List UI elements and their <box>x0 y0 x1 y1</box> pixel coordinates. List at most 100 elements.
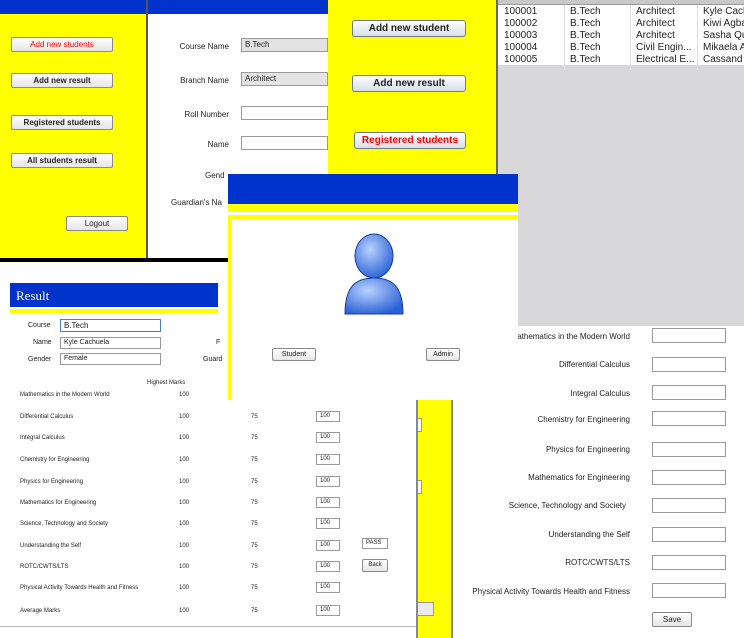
add-new-students-button[interactable]: Add new students <box>11 37 113 52</box>
marks-input[interactable] <box>652 357 726 372</box>
cell-branch: Architect <box>636 29 675 41</box>
cell-name: Kyle Cach <box>703 5 744 17</box>
add-new-student-button[interactable]: Add new student <box>352 20 466 37</box>
result-subject-name: Mathematics for Engineering <box>20 500 97 506</box>
side-menu-window: Add new student Add new result Registere… <box>328 0 496 180</box>
result-max-mark: 100 <box>179 414 190 420</box>
result-max-mark: 100 <box>179 479 190 485</box>
table-row[interactable]: 100003 B.Tech Architect Sasha Qu <box>498 29 744 41</box>
branch-name-field[interactable]: Architect <box>241 72 328 86</box>
result-subject-name: Integral Calculus <box>20 435 65 441</box>
cell-roll: 100002 <box>504 17 538 29</box>
course-name-field[interactable]: B.Tech <box>241 38 328 52</box>
cell-roll: 100004 <box>504 41 538 53</box>
result-marks-field[interactable]: 100 <box>316 454 340 465</box>
subject-label: Mathematics for Engineering <box>528 473 630 482</box>
marks-input[interactable] <box>652 385 726 400</box>
result-marks-field[interactable]: 100 <box>316 476 340 487</box>
cell-course: B.Tech <box>570 29 601 41</box>
cell-course: B.Tech <box>570 41 601 53</box>
cell-roll: 100005 <box>504 53 538 65</box>
average-marks-field[interactable]: 100 <box>316 605 340 616</box>
result-marks-field[interactable]: 100 <box>316 432 340 443</box>
registered-students-button[interactable]: Registered students <box>11 115 113 130</box>
result-yellow-stripe <box>10 309 218 313</box>
result-status-field[interactable]: PASS <box>362 538 388 549</box>
name-label: Name <box>207 140 229 149</box>
result-window: Result Course B.Tech Name Kyle Cachuela … <box>0 258 228 400</box>
save-button[interactable]: Save <box>652 612 692 627</box>
result-marks-field[interactable]: 100 <box>316 582 340 593</box>
result-bottom-border <box>0 626 416 638</box>
course-field[interactable]: B.Tech <box>60 319 161 332</box>
menu-window-titlebar <box>0 0 148 14</box>
subject-label: Integral Calculus <box>570 389 630 398</box>
gender-field-result[interactable]: Female <box>60 353 161 365</box>
marks-input[interactable] <box>652 328 726 343</box>
result-marks-field[interactable]: 100 <box>316 518 340 529</box>
result-pass-mark: 75 <box>251 457 258 463</box>
result-pass-mark: 75 <box>251 564 258 570</box>
roll-number-field[interactable] <box>241 106 328 120</box>
cell-course: B.Tech <box>570 17 601 29</box>
table-row[interactable]: 100001 B.Tech Architect Kyle Cach <box>498 5 744 17</box>
course-label: Course <box>28 322 51 329</box>
result-marks-field[interactable]: 100 <box>316 411 340 422</box>
login-window: Student Admin <box>228 174 518 400</box>
extra-label-guard: Guard <box>203 356 223 363</box>
table-row[interactable]: 100004 B.Tech Civil Engin... Mikaela A <box>498 41 744 53</box>
marks-input[interactable] <box>652 470 726 485</box>
table-grid-line <box>564 5 565 70</box>
back-button[interactable]: Back <box>362 559 388 572</box>
subject-label: Physics for Engineering <box>545 445 630 454</box>
subject-label: Mathematics in the Modern World <box>510 332 630 341</box>
marks-input[interactable] <box>652 411 726 426</box>
result-subject-name: Science, Technology and Society <box>20 521 108 527</box>
result-max-mark: 100 <box>179 564 190 570</box>
name-field[interactable] <box>241 136 328 150</box>
students-table: 100001 B.Tech Architect Kyle Cach 100002 B.T… <box>498 5 744 65</box>
table-row[interactable]: 100005 B.Tech Electrical E... Cassand <box>498 53 744 65</box>
login-left-stripe <box>228 219 231 400</box>
result-subject-name: ROTC/CWTS/LTS <box>20 564 69 570</box>
result-marks-field[interactable]: 100 <box>316 540 340 551</box>
registered-students-button-2[interactable]: Registered students <box>354 132 466 149</box>
student-button[interactable]: Student <box>272 348 316 361</box>
login-yellow-stripe <box>228 204 518 212</box>
cell-branch: Architect <box>636 17 675 29</box>
result-pass-mark: 75 <box>251 435 258 441</box>
marks-input[interactable] <box>652 583 726 598</box>
marks-input[interactable] <box>652 555 726 570</box>
result-subject-name: Understanding the Self <box>20 543 82 549</box>
subject-label: Understanding the Self <box>548 530 630 539</box>
result-pass-mark: 75 <box>251 500 258 506</box>
logout-button[interactable]: Logout <box>66 216 128 231</box>
cell-name: Mikaela A <box>703 41 744 53</box>
course-name-label: Course Name <box>179 42 229 51</box>
cell-name: Kiwi Agba <box>703 17 744 29</box>
add-new-result-button[interactable]: Add new result <box>11 73 113 88</box>
extra-label-f: F <box>216 339 221 346</box>
subject-label: Physical Activity Towards Health and Fit… <box>472 587 630 596</box>
add-new-result-button-2[interactable]: Add new result <box>352 75 466 92</box>
result-marks-field[interactable]: 100 <box>316 561 340 572</box>
result-detail-window: Differential Calculus 100 75 100 Integra… <box>0 400 418 638</box>
cell-branch: Electrical E... <box>636 53 695 65</box>
result-subject-name: Physics for Engineering <box>20 479 84 485</box>
marks-input[interactable] <box>652 442 726 457</box>
result-marks-field[interactable]: 100 <box>316 497 340 508</box>
window-border <box>451 400 453 638</box>
cell-roll: 100001 <box>504 5 538 17</box>
admin-button[interactable]: Admin <box>426 348 460 361</box>
subject-label: Science, Technology and Society <box>508 501 626 510</box>
highest-marks-header: Highest Marks <box>147 380 186 386</box>
all-students-result-button[interactable]: All students result <box>11 153 113 168</box>
result-title: Result <box>16 288 50 303</box>
marks-input[interactable] <box>652 498 726 513</box>
name-field-result[interactable]: Kyle Cachuela <box>60 337 161 349</box>
marks-input[interactable] <box>652 527 726 542</box>
students-table-window: 100001 B.Tech Architect Kyle Cach 100002 B.T… <box>498 0 744 326</box>
user-avatar-icon <box>344 233 404 315</box>
table-row[interactable]: 100002 B.Tech Architect Kiwi Agba <box>498 17 744 29</box>
login-yellow-stripe <box>228 215 518 219</box>
